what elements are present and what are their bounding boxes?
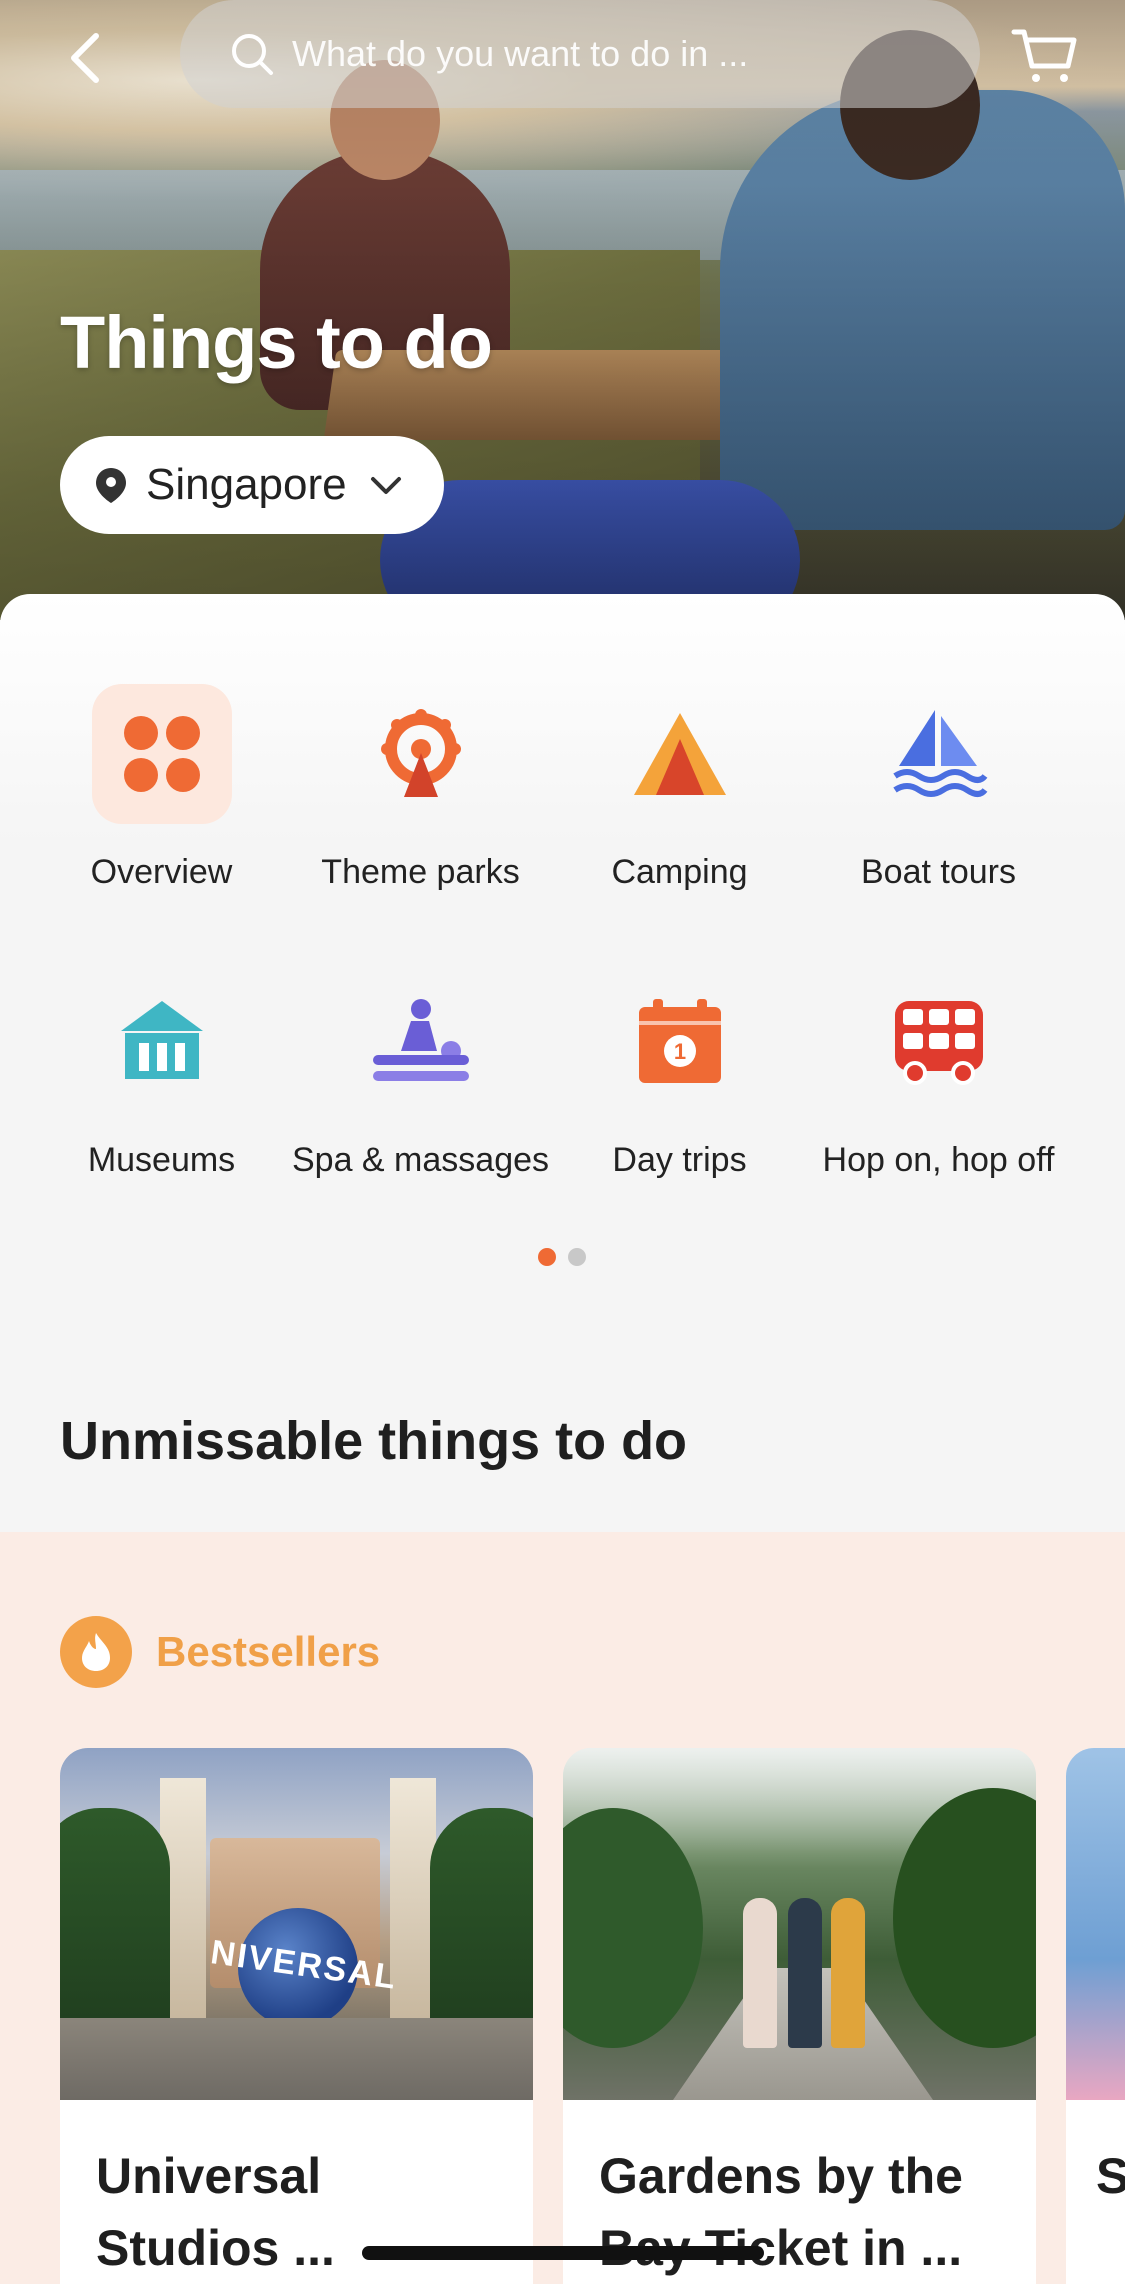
back-button[interactable] [60, 28, 120, 88]
calendar-icon: 1 [638, 999, 721, 1083]
bestsellers-label: Bestsellers [156, 1628, 381, 1675]
category-day-trips[interactable]: 1 Day trips [550, 972, 809, 1180]
page-dot [568, 1248, 586, 1266]
svg-text:1: 1 [673, 1039, 685, 1064]
search-bar[interactable] [180, 0, 980, 108]
activity-card[interactable]: NIVERSAL Universal Studios ... [60, 1748, 533, 2284]
card-title-peek: S T [1096, 2148, 1125, 2204]
location-pin-icon [96, 468, 126, 503]
activity-card-peek[interactable]: S T [1066, 1748, 1125, 2284]
search-icon [232, 34, 273, 75]
activity-image [1066, 1748, 1125, 2100]
category-label: Theme parks [321, 853, 520, 891]
sailboat-icon [892, 710, 987, 797]
gardens-by-the-bay-image [563, 1748, 1036, 2100]
page-indicator [538, 1248, 586, 1266]
category-spa[interactable]: Spa & massages [291, 972, 550, 1180]
category-label: Overview [90, 853, 233, 891]
universal-studios-image: NIVERSAL [60, 1748, 533, 2100]
chevron-left-icon [71, 33, 99, 83]
spa-icon [372, 999, 469, 1081]
category-museums[interactable]: Museums [32, 972, 291, 1180]
chevron-down-icon [370, 477, 401, 494]
section-title: Unmissable things to do [60, 1411, 688, 1471]
category-label: Museums [87, 1141, 236, 1179]
category-hop-on-hop-off[interactable]: Hop on, hop off [809, 972, 1068, 1180]
activity-card[interactable]: Gardens by the Bay Ticket in ... [563, 1748, 1036, 2284]
location-selector[interactable]: Singapore [60, 436, 444, 534]
flame-icon [60, 1616, 132, 1688]
overview-icon [123, 716, 200, 792]
tent-icon [633, 713, 726, 795]
category-label: Spa & massages [291, 1141, 550, 1179]
museum-icon [120, 1001, 203, 1079]
page-title: Things to do [60, 301, 493, 384]
category-overview[interactable]: Overview [32, 684, 291, 892]
category-label: Day trips [612, 1141, 747, 1179]
bestsellers-section: Bestsellers NIVERSAL Universal Studios .… [0, 1532, 1125, 2284]
cart-button[interactable] [1010, 20, 1080, 90]
cart-icon [1011, 29, 1077, 82]
search-input[interactable] [292, 33, 812, 75]
category-camping[interactable]: Camping [550, 684, 809, 892]
category-label: Hop on, hop off [822, 1141, 1055, 1179]
category-label: Boat tours [861, 853, 1016, 891]
bus-icon [894, 1001, 983, 1085]
category-boat-tours[interactable]: Boat tours [809, 684, 1068, 892]
home-indicator [362, 2246, 764, 2260]
category-label: Camping [611, 853, 748, 891]
bestsellers-header: Bestsellers [60, 1616, 380, 1688]
ferris-wheel-icon [380, 709, 461, 797]
category-theme-parks[interactable]: Theme parks [291, 684, 550, 892]
location-label: Singapore [146, 460, 347, 509]
page-dot-active [538, 1248, 556, 1266]
